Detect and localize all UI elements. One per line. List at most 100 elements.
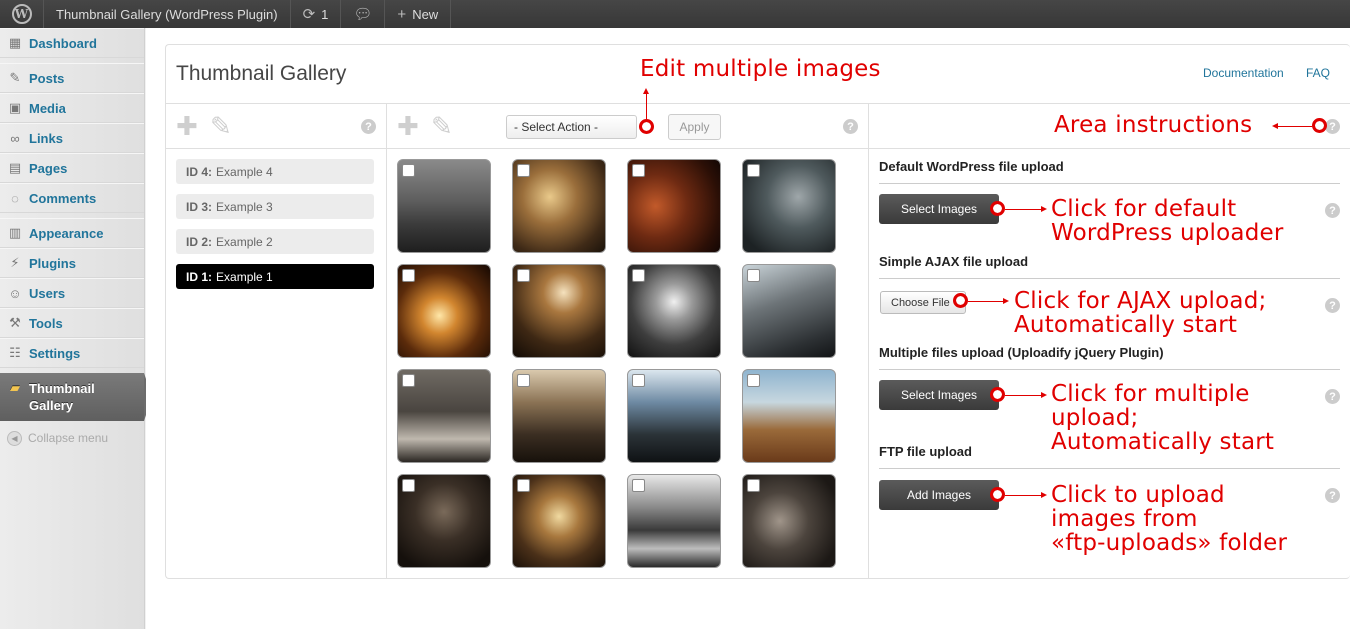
gallery-thumbnail[interactable] [397,474,491,568]
admin-bar: W Thumbnail Gallery (WordPress Plugin) ⟳… [0,0,1350,28]
gallery-list-item[interactable]: ID 3: Example 3 [176,194,374,219]
gallery-thumbnail[interactable] [627,474,721,568]
plus-icon: + [397,5,407,23]
gallery-thumbnail[interactable] [397,369,491,463]
gallery-thumbnail[interactable] [627,159,721,253]
annotation-marker [639,119,654,134]
thumbnail-checkbox[interactable] [517,374,530,387]
gallery-thumbnail[interactable] [397,159,491,253]
apply-button[interactable]: Apply [668,114,721,140]
sidebar-item-pages[interactable]: ▤ Pages [0,153,144,183]
section-divider [879,183,1340,184]
thumbnail-checkbox[interactable] [402,269,415,282]
gallery-thumbnail[interactable] [742,264,836,358]
help-icon[interactable]: ? [1325,488,1340,503]
annotation-ajax-line1: Click for AJAX upload; [1014,288,1267,314]
wordpress-logo-icon[interactable]: W [0,0,44,28]
annotation-multiple-line1: Click for multiple [1051,381,1250,407]
thumbnail-checkbox[interactable] [517,269,530,282]
annotation-connector [1005,395,1043,396]
gallery-thumbnail[interactable] [627,369,721,463]
sidebar-item-appearance[interactable]: ▥ Appearance [0,218,144,248]
gallery-thumbnail[interactable] [512,369,606,463]
edit-image-icon[interactable]: ✎ [431,113,453,139]
updates-link[interactable]: ⟳ 1 [291,0,342,28]
thumbnail-checkbox[interactable] [747,479,760,492]
thumbnail-checkbox[interactable] [402,164,415,177]
help-icon[interactable]: ? [361,119,376,134]
thumbnail-checkbox[interactable] [632,269,645,282]
default-select-images-button[interactable]: Select Images [879,194,999,224]
help-icon[interactable]: ? [1325,203,1340,218]
thumbnail-checkbox[interactable] [402,479,415,492]
thumbnail-checkbox[interactable] [747,374,760,387]
section-divider [879,369,1340,370]
thumbnail-checkbox[interactable] [747,164,760,177]
gallery-list-item[interactable]: ID 2: Example 2 [176,229,374,254]
gallery-thumbnail[interactable] [512,474,606,568]
gallery-thumbnail[interactable] [397,264,491,358]
multiple-upload-title: Multiple files upload (Uploadify jQuery … [879,345,1164,360]
collapse-menu-button[interactable]: ◀ Collapse menu [0,421,144,455]
thumbnail-checkbox[interactable] [632,479,645,492]
gallery-thumbnail[interactable] [512,159,606,253]
sidebar-item-dashboard[interactable]: ▦ Dashboard [0,28,144,58]
sidebar-item-tools[interactable]: ⚒ Tools [0,308,144,338]
gallery-thumbnail[interactable] [512,264,606,358]
thumbnail-checkbox[interactable] [517,479,530,492]
annotation-ftp-line1: Click to upload [1051,482,1225,508]
section-divider [879,468,1340,469]
documentation-link[interactable]: Documentation [1203,66,1284,80]
multiple-select-images-button[interactable]: Select Images [879,380,999,410]
page-icon: ▤ [8,160,22,175]
sidebar-item-settings[interactable]: ☷ Settings [0,338,144,368]
sidebar-item-users[interactable]: ☺ Users [0,278,144,308]
sidebar-item-plugins[interactable]: ⚡︎ Plugins [0,248,144,278]
add-image-icon[interactable]: ✚ [397,113,419,139]
annotation-ftp-line3: «ftp-uploads» folder [1051,530,1288,556]
media-icon: ▣ [8,100,22,115]
annotation-multiple-line3: Automatically start [1051,429,1275,455]
faq-link[interactable]: FAQ [1306,66,1330,80]
dashboard-icon: ▦ [8,35,22,50]
column-divider [386,103,387,579]
thumbnail-checkbox[interactable] [402,374,415,387]
collapse-arrow-icon: ◀ [7,430,22,446]
annotation-arrowhead [1003,298,1009,304]
gallery-thumbnail[interactable] [742,159,836,253]
bulk-action-select[interactable]: - Select Action - [506,115,637,139]
site-title-link[interactable]: Thumbnail Gallery (WordPress Plugin) [44,0,291,28]
sidebar-item-media[interactable]: ▣ Media [0,93,144,123]
refresh-icon: ⟳ [302,6,316,23]
thumbnail-checkbox[interactable] [517,164,530,177]
help-icon[interactable]: ? [1325,389,1340,404]
tools-icon: ⚒ [9,315,21,330]
comments-link[interactable]: 💬︎ [341,0,386,28]
help-icon[interactable]: ? [1325,298,1340,313]
annotation-area-instructions: Area instructions [1054,112,1253,138]
help-icon[interactable]: ? [843,119,858,134]
gallery-thumbnail[interactable] [627,264,721,358]
thumbnail-checkbox[interactable] [747,269,760,282]
sidebar-item-links[interactable]: ∞ Links [0,123,144,153]
sidebar-item-comments[interactable]: ◌ Comments [0,183,144,213]
annotation-arrowhead [1272,123,1278,129]
gallery-thumbnail[interactable] [742,369,836,463]
add-gallery-icon[interactable]: ✚ [176,113,198,139]
edit-gallery-icon[interactable]: ✎ [210,113,232,139]
settings-icon: ☷ [9,345,21,360]
gallery-list-item[interactable]: ID 4: Example 4 [176,159,374,184]
add-images-button[interactable]: Add Images [879,480,999,510]
annotation-marker [990,201,1005,216]
thumbnail-checkbox[interactable] [632,374,645,387]
new-content-link[interactable]: + New [385,0,452,28]
sidebar-item-posts[interactable]: ✎ Posts [0,63,144,93]
sidebar-item-thumbnail-gallery[interactable]: ▰ Thumbnail Gallery [0,373,152,421]
help-icon[interactable]: ? [1325,119,1340,134]
thumbnail-checkbox[interactable] [632,164,645,177]
ajax-upload-title: Simple AJAX file upload [879,254,1029,269]
annotation-connector [1005,209,1043,210]
gallery-list-item-active[interactable]: ID 1: Example 1 [176,264,374,289]
gallery-thumbnail[interactable] [742,474,836,568]
page-title: Thumbnail Gallery [176,62,347,85]
